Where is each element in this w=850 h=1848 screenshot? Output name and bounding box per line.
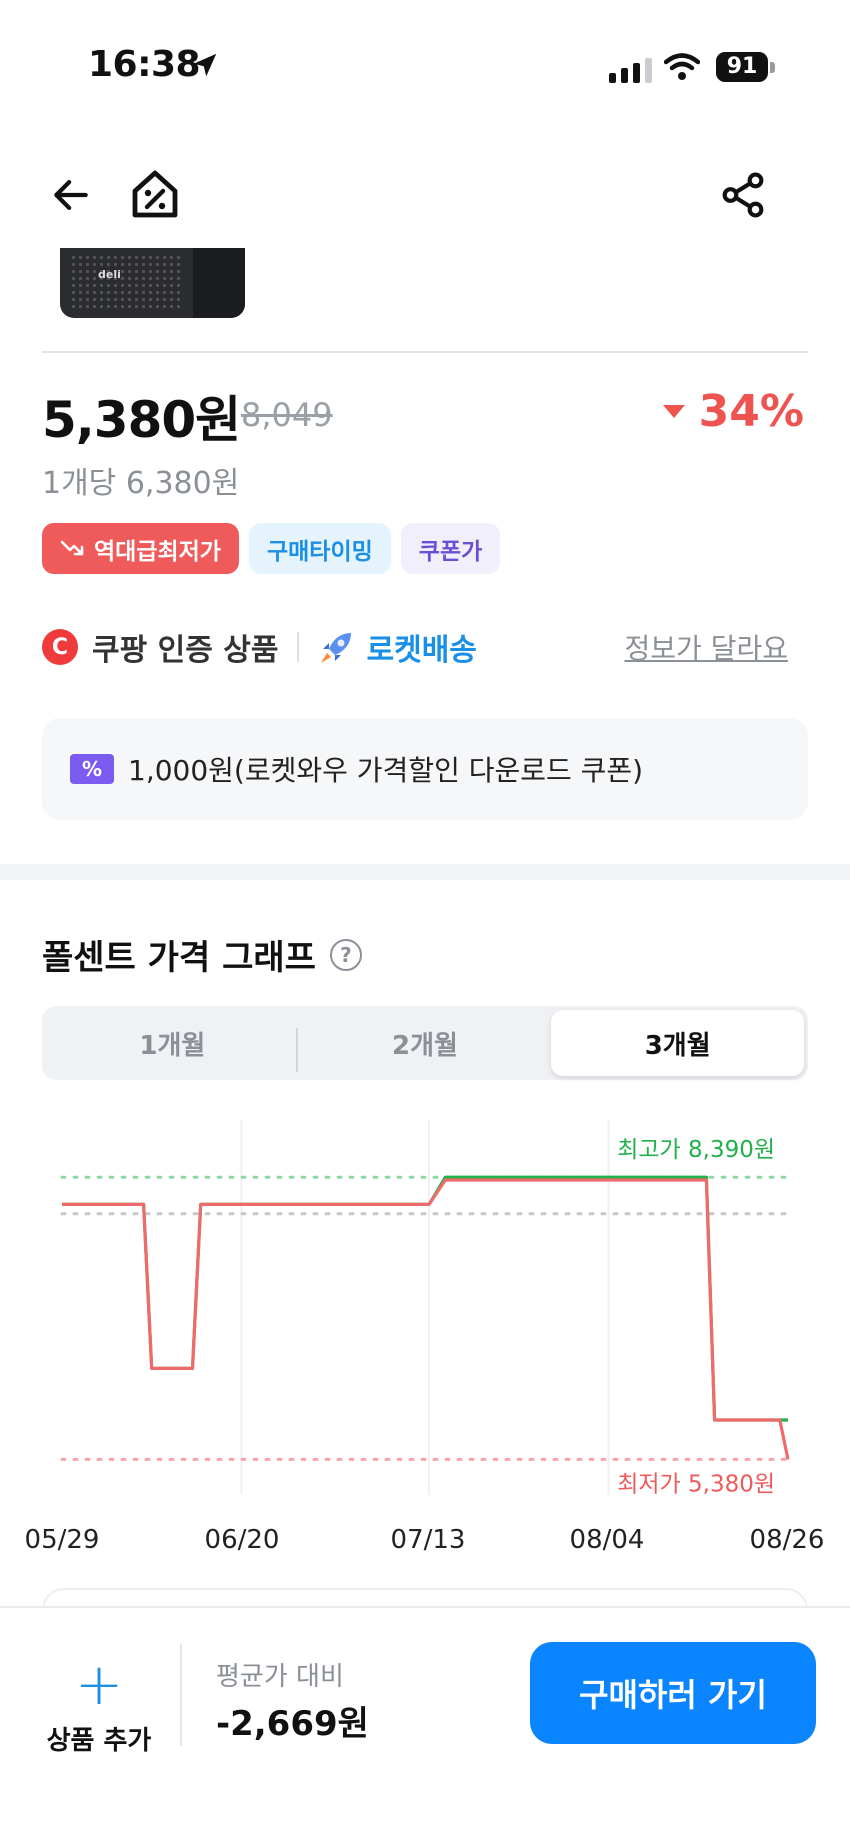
badge-coupon-price: 쿠폰가	[400, 523, 501, 574]
battery-nub	[770, 62, 775, 73]
cert-label: 쿠팡 인증 상품	[92, 633, 279, 668]
graph-title-text: 폴센트 가격 그래프	[42, 938, 316, 978]
badge-lowest-ever: 역대급최저가	[42, 523, 239, 574]
product-logo: deli	[98, 268, 121, 281]
discount-value: 34%	[698, 386, 804, 437]
back-button[interactable]	[36, 160, 106, 230]
min-price-label: 최저가 5,380원	[617, 1471, 775, 1497]
cert-row: C 쿠팡 인증 상품 로켓배송 정보가 달라요	[42, 624, 808, 670]
share-icon	[722, 172, 764, 218]
status-time: 16:38	[88, 44, 201, 85]
x-tick-label: 08/04	[569, 1525, 645, 1555]
top-nav	[0, 150, 850, 240]
separator	[296, 632, 299, 662]
speaker-grille	[70, 254, 180, 312]
discount-rate: 34%	[662, 386, 804, 437]
x-tick-label: 08/26	[749, 1525, 825, 1555]
x-tick-label: 06/20	[204, 1525, 280, 1555]
cellular-signal-icon	[609, 58, 652, 83]
product-side	[193, 248, 245, 318]
battery-indicator: 91	[716, 52, 768, 82]
bottom-action-bar: + 상품 추가 평균가 대비 -2,669원 구매하러 가기	[0, 1606, 850, 1848]
share-button[interactable]	[708, 160, 778, 230]
graph-title: 폴센트 가격 그래프 ?	[42, 930, 362, 979]
tab-3-months[interactable]: 3개월	[551, 1010, 805, 1076]
coupang-c-icon: C	[42, 629, 78, 665]
average-compare-value: -2,669원	[216, 1704, 369, 1744]
tab-2-months[interactable]: 2개월	[299, 1010, 552, 1076]
coupon-icon: %	[70, 754, 114, 784]
badge-label: 역대급최저가	[94, 538, 221, 565]
unit-price: 1개당 6,380원	[42, 466, 240, 501]
badge-label: 구매타이밍	[266, 538, 373, 565]
rocket-icon	[320, 633, 351, 663]
divider	[42, 351, 808, 353]
add-product-label: 상품 추가	[46, 1726, 152, 1756]
series-line-1	[62, 1178, 790, 1460]
status-bar: 16:38 91	[0, 0, 850, 140]
trend-down-icon	[60, 540, 84, 555]
section-separator	[0, 864, 850, 880]
add-product-button[interactable]: + 상품 추가	[36, 1650, 162, 1756]
wifi-icon	[664, 53, 700, 80]
report-info-link[interactable]: 정보가 달라요	[625, 627, 788, 667]
original-price: 8,049	[241, 396, 333, 434]
coupon-box[interactable]: % 1,000원(로켓와우 가격할인 다운로드 쿠폰)	[42, 718, 808, 820]
x-tick-label: 05/29	[24, 1525, 100, 1555]
price-chart: 최고가 8,390원최저가 5,380원	[60, 1120, 790, 1497]
location-arrow-icon	[193, 53, 217, 77]
home-percent-icon	[132, 170, 178, 218]
triangle-down-icon	[662, 405, 685, 418]
current-price: 5,380원	[42, 391, 241, 449]
max-price-label: 최고가 8,390원	[617, 1137, 775, 1163]
x-tick-label: 07/13	[390, 1525, 466, 1555]
badge-label: 쿠폰가	[418, 538, 483, 565]
buy-button[interactable]: 구매하러 가기	[530, 1642, 816, 1744]
product-image: deli	[60, 248, 245, 318]
period-tabs: 1개월 2개월 3개월	[42, 1006, 808, 1080]
rocket-delivery-label: 로켓배송	[366, 633, 477, 668]
arrow-left-icon	[54, 180, 88, 210]
average-compare-label: 평균가 대비	[216, 1662, 344, 1692]
bottom-separator	[180, 1644, 182, 1746]
coupon-text: 1,000원(로켓와우 가격할인 다운로드 쿠폰)	[128, 754, 644, 787]
question-circle-icon[interactable]: ?	[329, 938, 362, 971]
plus-icon: +	[74, 1650, 124, 1718]
tab-1-month[interactable]: 1개월	[46, 1010, 299, 1076]
tab-divider	[296, 1028, 298, 1072]
home-button[interactable]	[120, 160, 190, 230]
badge-buy-timing: 구매타이밍	[248, 523, 391, 574]
badge-row: 역대급최저가 구매타이밍 쿠폰가	[42, 523, 501, 574]
x-axis-labels: 05/29 06/20 07/13 08/04 08/26	[0, 1525, 850, 1565]
